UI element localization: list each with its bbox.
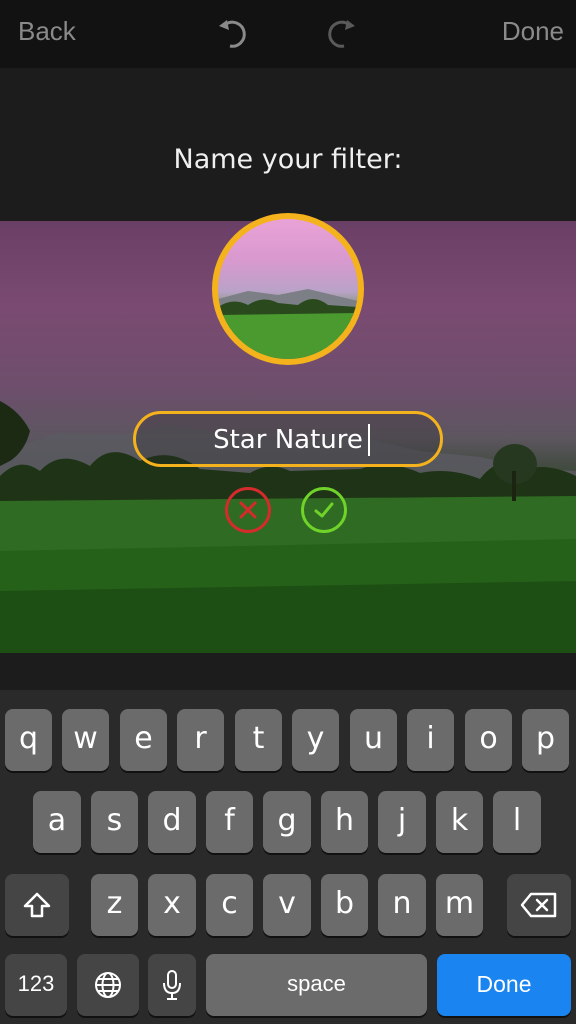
delete-key[interactable] bbox=[507, 874, 571, 936]
backspace-icon bbox=[520, 892, 557, 918]
thumbnail-image bbox=[218, 289, 358, 359]
key-t[interactable]: t bbox=[235, 709, 282, 771]
key-q[interactable]: q bbox=[5, 709, 52, 771]
undo-icon bbox=[219, 20, 246, 48]
key-s[interactable]: s bbox=[91, 791, 138, 853]
done-button[interactable]: Done bbox=[502, 16, 564, 47]
filter-thumbnail bbox=[212, 213, 364, 365]
prompt-area: Name your filter: bbox=[0, 68, 576, 221]
key-x[interactable]: x bbox=[148, 874, 196, 936]
globe-key[interactable] bbox=[77, 954, 139, 1016]
shift-key[interactable] bbox=[5, 874, 69, 936]
key-m[interactable]: m bbox=[436, 874, 483, 936]
undo-button[interactable] bbox=[216, 16, 252, 50]
prompt-title: Name your filter: bbox=[173, 144, 403, 175]
key-o[interactable]: o bbox=[465, 709, 512, 771]
key-h[interactable]: h bbox=[321, 791, 368, 853]
key-l[interactable]: l bbox=[493, 791, 541, 853]
redo-icon bbox=[328, 20, 355, 48]
x-icon bbox=[239, 501, 257, 519]
key-k[interactable]: k bbox=[436, 791, 483, 853]
globe-icon bbox=[95, 972, 121, 998]
numbers-key[interactable]: 123 bbox=[5, 954, 67, 1016]
top-toolbar: Back Done bbox=[0, 0, 576, 68]
key-n[interactable]: n bbox=[378, 874, 426, 936]
key-b[interactable]: b bbox=[321, 874, 368, 936]
key-e[interactable]: e bbox=[120, 709, 167, 771]
back-button[interactable]: Back bbox=[18, 16, 76, 47]
shift-icon bbox=[23, 892, 51, 918]
filter-name-input[interactable] bbox=[136, 414, 440, 464]
dictation-key[interactable] bbox=[148, 954, 196, 1016]
key-j[interactable]: j bbox=[378, 791, 426, 853]
key-c[interactable]: c bbox=[206, 874, 253, 936]
filter-name-field[interactable] bbox=[133, 411, 443, 467]
confirm-button[interactable] bbox=[301, 487, 347, 533]
redo-button[interactable] bbox=[322, 16, 358, 50]
key-v[interactable]: v bbox=[263, 874, 311, 936]
text-caret bbox=[368, 424, 370, 456]
key-f[interactable]: f bbox=[206, 791, 253, 853]
key-u[interactable]: u bbox=[350, 709, 397, 771]
space-key[interactable]: space bbox=[206, 954, 427, 1016]
cancel-button[interactable] bbox=[225, 487, 271, 533]
key-w[interactable]: w bbox=[62, 709, 109, 771]
key-y[interactable]: y bbox=[292, 709, 339, 771]
keyboard: q w e r t y u i o p a s d f g h j k l z … bbox=[0, 690, 576, 1024]
key-p[interactable]: p bbox=[522, 709, 569, 771]
keyboard-done-key[interactable]: Done bbox=[437, 954, 571, 1016]
key-i[interactable]: i bbox=[407, 709, 454, 771]
microphone-icon bbox=[163, 970, 181, 1000]
key-z[interactable]: z bbox=[91, 874, 138, 936]
key-r[interactable]: r bbox=[177, 709, 224, 771]
key-d[interactable]: d bbox=[148, 791, 196, 853]
key-a[interactable]: a bbox=[33, 791, 81, 853]
check-icon bbox=[314, 502, 334, 518]
key-g[interactable]: g bbox=[263, 791, 311, 853]
